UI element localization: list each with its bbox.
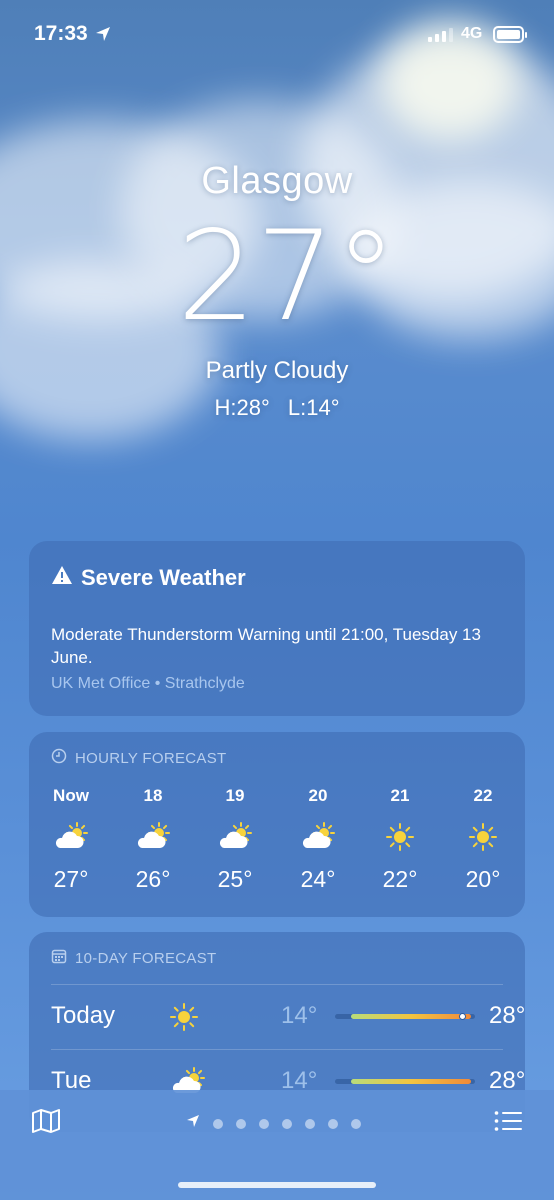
current-temp-dot (459, 1013, 466, 1020)
hour-label: 18 (143, 786, 163, 805)
day-name: Today (51, 1002, 116, 1029)
current-weather: Glasgow 27° Partly Cloudy H:28° L:14° (0, 160, 554, 421)
hourly-item: 20 24° (288, 786, 348, 893)
hour-temperature: 20° (465, 866, 501, 892)
map-icon[interactable] (31, 1108, 61, 1139)
day-high-temperature: 28° (489, 1002, 525, 1029)
hourly-item: 19 25° (205, 786, 265, 893)
page-dot[interactable] (259, 1118, 269, 1129)
daily-forecast-label: 10-DAY FORECAST (75, 949, 217, 967)
hour-temperature: 25° (217, 866, 253, 892)
status-time: 17:33 (34, 22, 88, 45)
hourly-item: 22 20° (453, 786, 513, 893)
location-arrow-icon (94, 25, 112, 48)
partly-cloudy-icon (123, 822, 183, 852)
hourly-item: 18 26° (123, 786, 183, 893)
sun-icon (370, 822, 430, 852)
current-temperature: 27° (177, 205, 397, 349)
status-bar: 17:33 4G (0, 0, 554, 70)
hour-label: 21 (390, 786, 410, 805)
network-type: 4G (461, 25, 483, 42)
sun-icon (169, 1002, 199, 1037)
hour-temperature: 26° (135, 866, 171, 892)
hour-label: Now (53, 786, 89, 805)
page-dot[interactable] (351, 1118, 361, 1129)
page-dot[interactable] (305, 1118, 315, 1129)
hourly-item: Now 27° (41, 786, 101, 893)
severe-weather-source[interactable]: UK Met Office • Strathclyde (51, 675, 245, 693)
current-location-icon (186, 1114, 200, 1133)
hour-label: 20 (308, 786, 328, 805)
severe-weather-card[interactable]: Severe Weather Moderate Thunderstorm War… (29, 541, 525, 716)
page-dot[interactable] (213, 1118, 223, 1129)
severe-weather-title: Severe Weather (81, 565, 246, 590)
page-dot[interactable] (328, 1118, 338, 1129)
partly-cloudy-icon (288, 822, 348, 852)
clock-icon (51, 748, 67, 768)
hour-label: 19 (225, 786, 245, 805)
severe-weather-text: Moderate Thunderstorm Warning until 21:0… (51, 625, 481, 667)
list-icon[interactable] (494, 1110, 522, 1137)
page-dot[interactable] (236, 1118, 246, 1129)
temperature-range-bar (335, 1079, 475, 1084)
partly-cloudy-icon (41, 822, 101, 852)
partly-cloudy-icon (205, 822, 265, 852)
warning-icon (51, 565, 73, 591)
city-name: Glasgow (201, 160, 353, 202)
page-dot[interactable] (282, 1118, 292, 1129)
hour-label: 22 (473, 786, 493, 805)
home-indicator (178, 1182, 376, 1188)
bottom-toolbar (0, 1090, 554, 1200)
hour-temperature: 22° (382, 866, 418, 892)
day-low-temperature: 14° (281, 1002, 318, 1029)
page-indicator[interactable] (186, 1114, 361, 1133)
low-temperature: L:14° (287, 395, 340, 420)
signal-strength-icon (428, 28, 453, 42)
sun-icon (453, 822, 513, 852)
hourly-item: 21 22° (370, 786, 430, 893)
hourly-forecast-card[interactable]: HOURLY FORECAST Now 27° 18 26° 19 25° 20 24° 21 2… (29, 732, 525, 917)
temperature-range-bar (335, 1013, 475, 1020)
high-low: H:28° L:14° (0, 395, 554, 421)
hourly-forecast-label: HOURLY FORECAST (75, 749, 227, 767)
battery-icon (493, 26, 527, 43)
weather-condition: Partly Cloudy (205, 357, 349, 384)
daily-row[interactable]: Today 14° 28° (51, 984, 525, 1048)
hour-temperature: 24° (300, 866, 336, 892)
high-temperature: H:28° (214, 395, 270, 420)
hour-temperature: 27° (53, 866, 89, 892)
calendar-icon (51, 948, 67, 968)
